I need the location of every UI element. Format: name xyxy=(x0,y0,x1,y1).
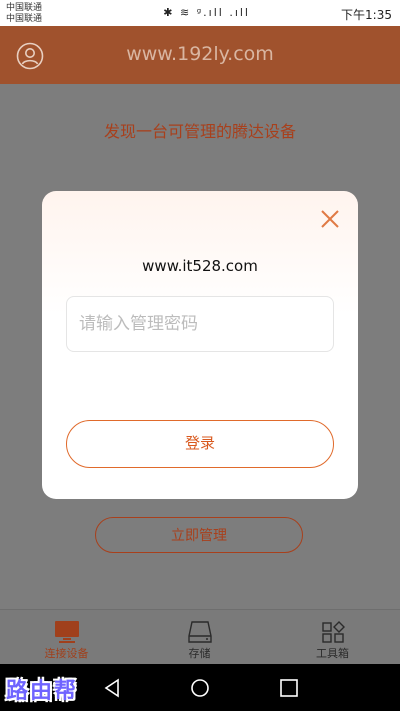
carrier-label-1: 中国联通 xyxy=(6,3,43,13)
system-nav-bar: 路由帮 xyxy=(0,664,400,711)
status-icons: ✱ ≋ ᵍ.ıll .ıll xyxy=(163,6,250,19)
clock: 下午1:35 xyxy=(341,8,392,22)
storage-icon xyxy=(187,621,212,643)
site-text: www.it528.com xyxy=(142,257,258,275)
close-icon[interactable] xyxy=(320,209,340,229)
back-icon[interactable] xyxy=(100,676,124,700)
recent-apps-icon[interactable] xyxy=(277,676,301,700)
page-title: www.192ly.com xyxy=(126,43,274,65)
nav-item-storage[interactable]: 存储 xyxy=(133,610,266,665)
bottom-nav: 连接设备 存储 工具箱 xyxy=(0,609,400,665)
nav-label-connected-devices: 连接设备 xyxy=(44,647,89,660)
home-icon[interactable] xyxy=(188,676,212,700)
nav-label-toolbox: 工具箱 xyxy=(316,647,349,660)
status-bar: 中国联通 中国联通 ✱ ≋ ᵍ.ıll .ıll 下午1:35 xyxy=(0,0,400,26)
manage-now-button[interactable]: 立即管理 xyxy=(95,517,303,553)
toolbox-icon xyxy=(321,621,345,643)
login-dialog: www.it528.com 登录 xyxy=(42,191,358,499)
app-header: www.192ly.com xyxy=(0,26,400,84)
watermark-logo: 路由帮 xyxy=(6,679,79,704)
device-found-text: 发现一台可管理的腾达设备 xyxy=(103,122,296,141)
password-input[interactable] xyxy=(66,296,334,352)
nav-item-connected-devices[interactable]: 连接设备 xyxy=(0,610,133,665)
nav-item-toolbox[interactable]: 工具箱 xyxy=(266,610,399,665)
login-button[interactable]: 登录 xyxy=(66,420,334,468)
carrier-label-2: 中国联通 xyxy=(6,14,43,24)
monitor-icon xyxy=(54,621,79,643)
nav-label-storage: 存储 xyxy=(188,647,211,660)
